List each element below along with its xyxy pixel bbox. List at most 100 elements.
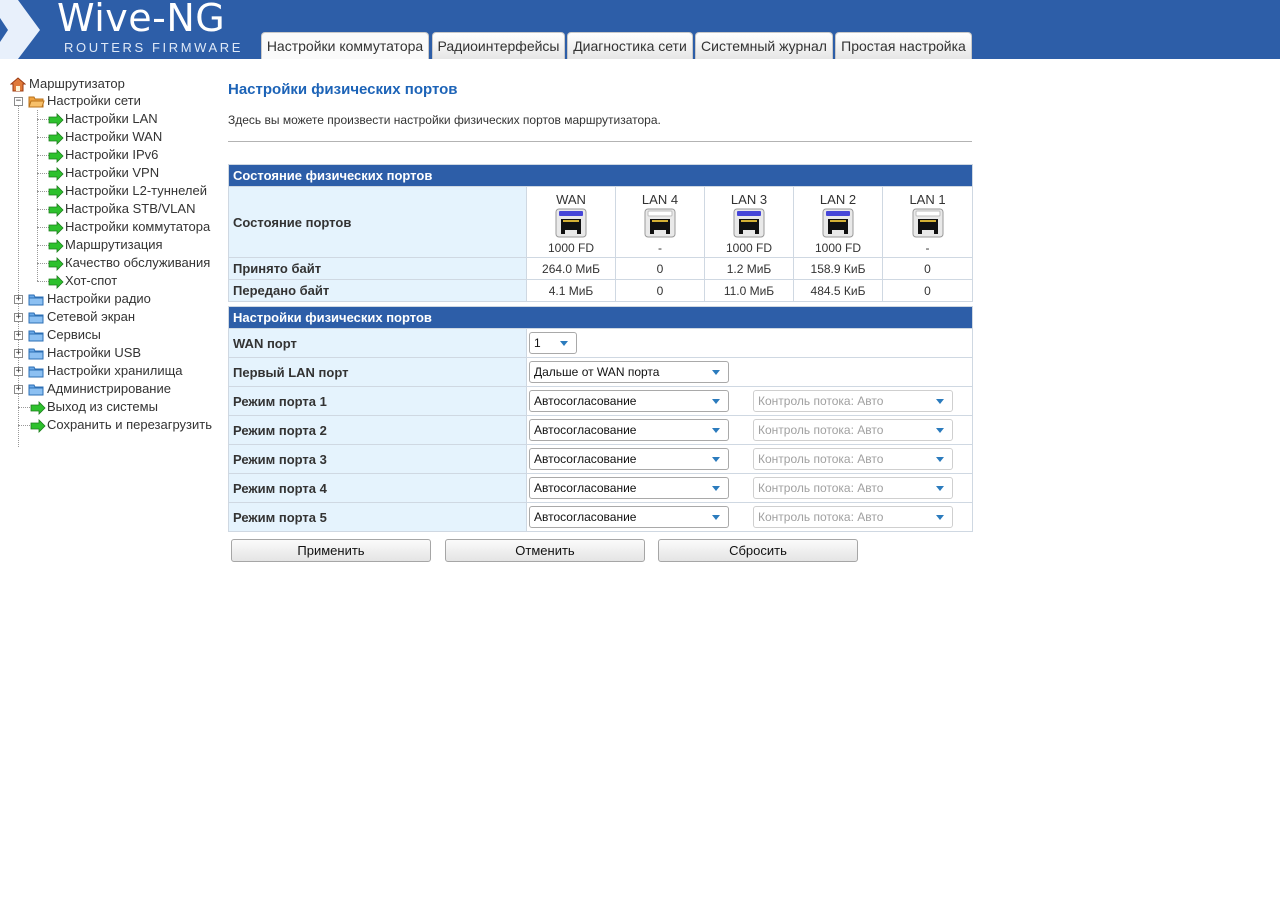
row-label: Принято байт bbox=[228, 257, 527, 280]
ethernet-port-nolink-icon bbox=[912, 208, 944, 237]
sidebar-item-lan[interactable]: Настройки LAN bbox=[0, 110, 222, 128]
tree-root-label[interactable]: Маршрутизатор bbox=[29, 75, 125, 93]
port-5-mode-select[interactable]: Автосогласование bbox=[529, 506, 729, 528]
tab-network-diagnostics[interactable]: Диагностика сети bbox=[567, 32, 693, 59]
tree-folder-label[interactable]: Настройки радио bbox=[47, 290, 151, 308]
select-value: Автосогласование bbox=[534, 452, 637, 466]
arrow-leaf-icon bbox=[30, 401, 46, 415]
sidebar-item-routing[interactable]: Маршрутизация bbox=[0, 236, 222, 254]
port-speed: - bbox=[925, 240, 930, 255]
sidebar-item-label[interactable]: Настройки VPN bbox=[65, 164, 159, 182]
arrow-leaf-icon bbox=[48, 167, 64, 181]
sidebar-item-stb-vlan[interactable]: Настройка STB/VLAN bbox=[0, 200, 222, 218]
row-label: WAN порт bbox=[228, 328, 527, 358]
reset-button[interactable]: Сбросить bbox=[658, 539, 858, 562]
expand-toggle-icon[interactable]: + bbox=[14, 385, 23, 394]
port-speed: 1000 FD bbox=[547, 240, 595, 255]
sidebar-item-label[interactable]: Настройки L2-туннелей bbox=[65, 182, 207, 200]
rx-bytes: 0 bbox=[615, 257, 705, 280]
sidebar-item-logout[interactable]: Выход из системы bbox=[0, 398, 222, 416]
expand-toggle-icon[interactable]: + bbox=[14, 367, 23, 376]
row-label: Режим порта 5 bbox=[228, 502, 527, 532]
page-title: Настройки физических портов bbox=[228, 81, 458, 98]
port-2-mode-select[interactable]: Автосогласование bbox=[529, 419, 729, 441]
expand-toggle-icon[interactable]: + bbox=[14, 313, 23, 322]
sidebar-item-label[interactable]: Настройка STB/VLAN bbox=[65, 200, 195, 218]
folder-icon bbox=[28, 330, 44, 342]
sidebar-item-label[interactable]: Качество обслуживания bbox=[65, 254, 210, 272]
sidebar-item-label[interactable]: Выход из системы bbox=[47, 398, 158, 416]
tab-radio-interfaces[interactable]: Радиоинтерфейсы bbox=[432, 32, 565, 59]
port-2-flow-control-select: Контроль потока: Авто bbox=[753, 419, 953, 441]
tree-folder-firewall[interactable]: + Сетевой экран bbox=[0, 308, 222, 326]
section-header: Состояние физических портов bbox=[227, 164, 974, 187]
port-speed: 1000 FD bbox=[814, 240, 862, 255]
rx-bytes: 0 bbox=[881, 257, 974, 280]
port-3-mode-select[interactable]: Автосогласование bbox=[529, 448, 729, 470]
tx-bytes: 11.0 МиБ bbox=[704, 279, 794, 302]
expand-toggle-icon[interactable]: + bbox=[14, 331, 23, 340]
select-value: Контроль потока: Авто bbox=[758, 452, 884, 466]
tree-folder-label[interactable]: Настройки USB bbox=[47, 344, 141, 362]
arrow-leaf-icon bbox=[48, 113, 64, 127]
row-label: Передано байт bbox=[228, 279, 527, 302]
wan-port-select[interactable]: 1 bbox=[529, 332, 577, 354]
tree-folder-label[interactable]: Администрирование bbox=[47, 380, 171, 398]
tx-bytes: 0 bbox=[615, 279, 705, 302]
sidebar-item-vpn[interactable]: Настройки VPN bbox=[0, 164, 222, 182]
port-speed: 1000 FD bbox=[725, 240, 773, 255]
sidebar-item-label[interactable]: Маршрутизация bbox=[65, 236, 163, 254]
sidebar-item-save-reboot[interactable]: Сохранить и перезагрузить bbox=[0, 416, 222, 434]
tree-folder-label[interactable]: Сервисы bbox=[47, 326, 101, 344]
sidebar-item-ipv6[interactable]: Настройки IPv6 bbox=[0, 146, 222, 164]
ethernet-port-link-icon bbox=[822, 208, 854, 237]
port-3-flow-control-select: Контроль потока: Авто bbox=[753, 448, 953, 470]
tree-root[interactable]: Маршрутизатор bbox=[0, 75, 222, 93]
sidebar-item-label[interactable]: Настройки LAN bbox=[65, 110, 158, 128]
tab-system-log[interactable]: Системный журнал bbox=[695, 32, 833, 59]
dropdown-arrow-icon bbox=[936, 486, 944, 491]
port-cell-lan2: LAN 2 1000 FD bbox=[793, 186, 883, 258]
sidebar-item-label[interactable]: Настройки IPv6 bbox=[65, 146, 158, 164]
expand-toggle-icon[interactable]: + bbox=[14, 349, 23, 358]
tree-branch bbox=[18, 407, 30, 408]
sidebar-item-switch[interactable]: Настройки коммутатора bbox=[0, 218, 222, 236]
tree-folder-services[interactable]: + Сервисы bbox=[0, 326, 222, 344]
sidebar-item-l2-tunnels[interactable]: Настройки L2-туннелей bbox=[0, 182, 222, 200]
tree-folder-network[interactable]: − Настройки сети bbox=[0, 92, 222, 110]
tab-simple-setup[interactable]: Простая настройка bbox=[835, 32, 972, 59]
sidebar-item-hotspot[interactable]: Хот-спот bbox=[0, 272, 222, 290]
sidebar-item-label[interactable]: Хот-спот bbox=[65, 272, 117, 290]
sidebar-item-label[interactable]: Сохранить и перезагрузить bbox=[47, 416, 212, 434]
tree-folder-usb[interactable]: + Настройки USB bbox=[0, 344, 222, 362]
sidebar-item-label[interactable]: Настройки коммутатора bbox=[65, 218, 210, 236]
rx-bytes: 158.9 КиБ bbox=[793, 257, 883, 280]
tree-folder-label[interactable]: Сетевой экран bbox=[47, 308, 135, 326]
tab-switch-settings[interactable]: Настройки коммутатора bbox=[261, 32, 429, 59]
collapse-toggle-icon[interactable]: − bbox=[14, 97, 23, 106]
expand-toggle-icon[interactable]: + bbox=[14, 295, 23, 304]
port-name: LAN 1 bbox=[909, 191, 946, 207]
dropdown-arrow-icon bbox=[712, 486, 720, 491]
sidebar-item-wan[interactable]: Настройки WAN bbox=[0, 128, 222, 146]
sidebar-item-qos[interactable]: Качество обслуживания bbox=[0, 254, 222, 272]
tree-folder-label[interactable]: Настройки хранилища bbox=[47, 362, 183, 380]
row-label: Режим порта 3 bbox=[228, 444, 527, 474]
tree-folder-storage[interactable]: + Настройки хранилища bbox=[0, 362, 222, 380]
row-label: Состояние портов bbox=[228, 186, 527, 258]
port-1-mode-select[interactable]: Автосогласование bbox=[529, 390, 729, 412]
first-lan-select[interactable]: Дальше от WAN порта bbox=[529, 361, 729, 383]
tree-folder-label[interactable]: Настройки сети bbox=[47, 92, 141, 110]
tree-folder-radio[interactable]: + Настройки радио bbox=[0, 290, 222, 308]
tx-bytes: 0 bbox=[881, 279, 974, 302]
tree-folder-admin[interactable]: + Администрирование bbox=[0, 380, 222, 398]
apply-button[interactable]: Применить bbox=[231, 539, 431, 562]
port-name: LAN 3 bbox=[730, 191, 768, 207]
port-4-mode-select[interactable]: Автосогласование bbox=[529, 477, 729, 499]
sidebar-item-label[interactable]: Настройки WAN bbox=[65, 128, 162, 146]
cancel-button[interactable]: Отменить bbox=[445, 539, 645, 562]
dropdown-arrow-icon bbox=[712, 370, 720, 375]
arrow-leaf-icon bbox=[48, 203, 64, 217]
logo-title: Wive-NG bbox=[57, 0, 226, 40]
rx-bytes: 264.0 МиБ bbox=[526, 257, 616, 280]
